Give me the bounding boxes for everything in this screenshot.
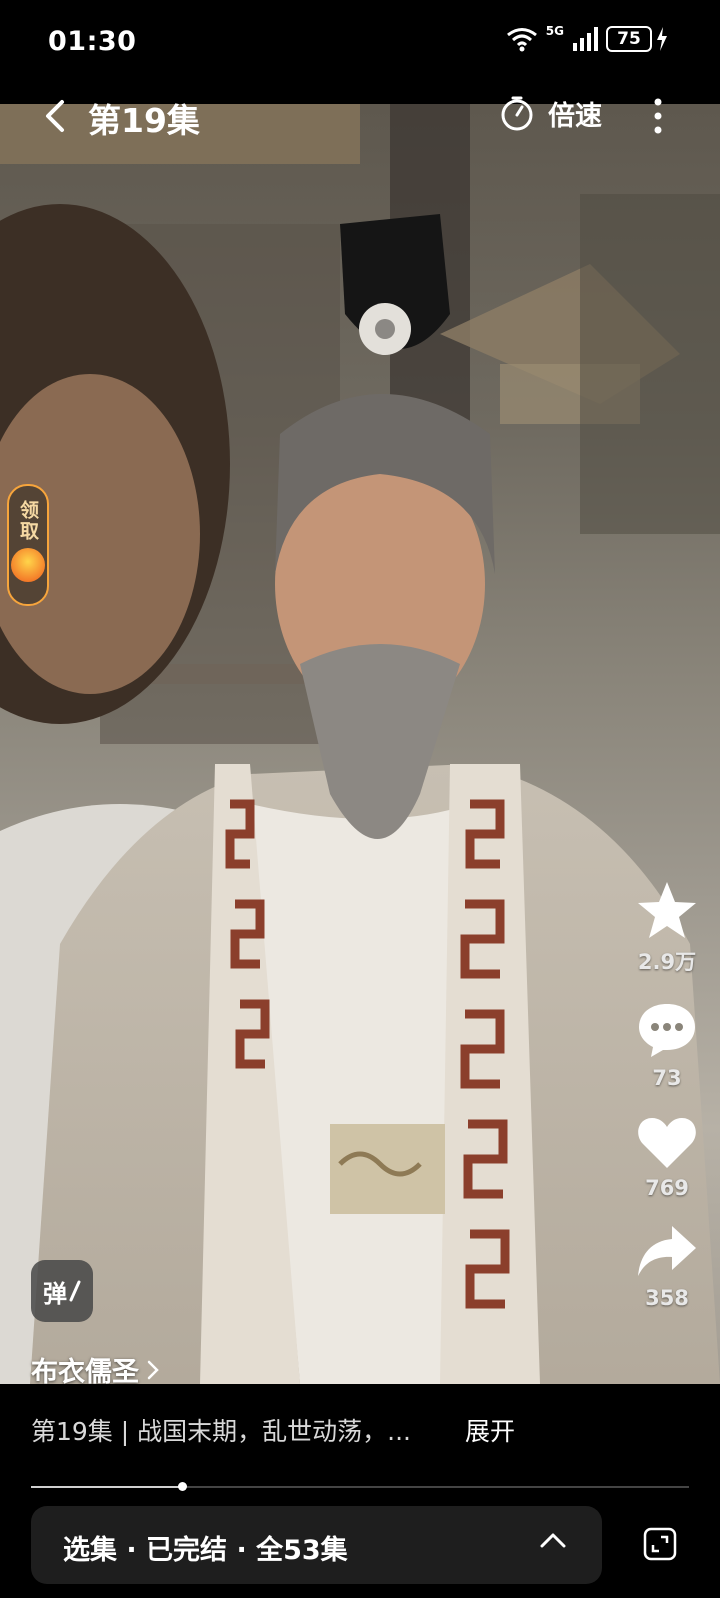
expand-button[interactable]: 展开 bbox=[465, 1412, 515, 1448]
danmaku-label: 弹 bbox=[43, 1279, 67, 1308]
video-player[interactable] bbox=[0, 104, 720, 1384]
wifi-icon bbox=[506, 28, 537, 52]
author-link[interactable]: 布衣儒圣 bbox=[31, 1350, 159, 1389]
battery-indicator: 75 bbox=[606, 26, 668, 52]
action-column: 2.9万 73 769 358 bbox=[632, 880, 702, 1334]
share-button[interactable]: 358 bbox=[636, 1224, 698, 1310]
slash-icon bbox=[69, 1280, 81, 1302]
like-count: 769 bbox=[645, 1176, 689, 1200]
reward-label: 领取 bbox=[17, 500, 39, 542]
episode-selector[interactable]: 选集 · 已完结 · 全53集 bbox=[31, 1506, 602, 1584]
status-indicators: 5G 75 bbox=[506, 24, 668, 52]
playback-progress-bar[interactable] bbox=[31, 1482, 689, 1491]
progress-thumb[interactable] bbox=[178, 1482, 188, 1491]
speed-dial-icon bbox=[501, 96, 533, 130]
favorite-button[interactable]: 2.9万 bbox=[636, 880, 698, 976]
episode-selector-label: 选集 · 已完结 · 全53集 bbox=[63, 1535, 348, 1566]
signal-icon bbox=[573, 27, 598, 51]
share-arrow-icon bbox=[638, 1226, 696, 1276]
chevron-up-icon bbox=[540, 1533, 566, 1548]
episode-title: 第19集 bbox=[88, 101, 200, 140]
network-type: 5G bbox=[545, 24, 564, 38]
top-bar: 第19集 倍速 bbox=[0, 88, 720, 144]
danmaku-toggle-button[interactable]: 弹 bbox=[31, 1260, 93, 1322]
battery-level: 75 bbox=[606, 26, 652, 52]
coin-icon bbox=[11, 548, 45, 582]
comment-button[interactable]: 73 bbox=[636, 1000, 698, 1090]
comment-icon bbox=[639, 1004, 695, 1057]
more-options-icon[interactable] bbox=[648, 96, 668, 136]
heart-icon bbox=[638, 1118, 696, 1168]
progress-fill bbox=[31, 1486, 183, 1488]
speed-label: 倍速 bbox=[548, 101, 602, 132]
author-name: 布衣儒圣 bbox=[31, 1357, 139, 1388]
reward-widget[interactable]: 领取 bbox=[7, 484, 49, 606]
playback-speed-button[interactable]: 倍速 bbox=[500, 94, 602, 133]
fullscreen-icon[interactable] bbox=[643, 1527, 677, 1561]
back-arrow-icon[interactable] bbox=[40, 96, 72, 136]
like-button[interactable]: 769 bbox=[636, 1114, 698, 1200]
star-icon bbox=[638, 882, 696, 938]
episode-description: 第19集 | 战国末期，乱世动荡，... bbox=[31, 1417, 411, 1446]
comment-count: 73 bbox=[652, 1066, 682, 1090]
status-bar: 01:30 5G 75 bbox=[0, 0, 720, 88]
chevron-right-icon bbox=[147, 1360, 159, 1379]
charging-icon bbox=[657, 27, 667, 51]
status-time: 01:30 bbox=[48, 26, 137, 57]
favorite-count: 2.9万 bbox=[637, 950, 697, 974]
share-count: 358 bbox=[645, 1286, 689, 1310]
video-scene bbox=[0, 104, 720, 1384]
